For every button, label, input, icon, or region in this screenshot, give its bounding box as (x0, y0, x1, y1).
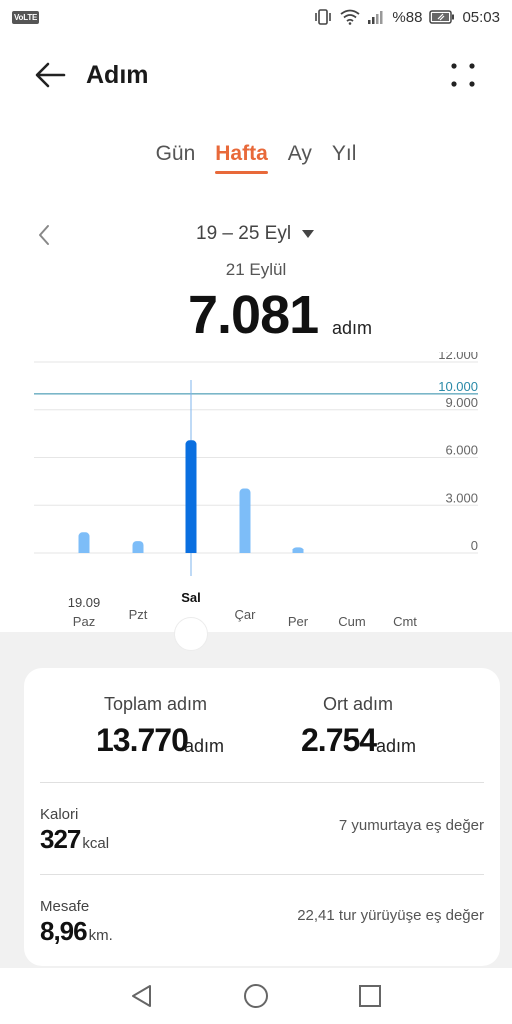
distance-value: 8,96 km. (40, 916, 113, 947)
arrow-left-icon (35, 62, 66, 88)
tab-year[interactable]: Yıl (322, 138, 367, 174)
avg-steps-unit: adım (376, 736, 417, 756)
date-range-row: 19 – 25 Eyl (0, 220, 512, 250)
y-tick-label: 12.000 (438, 352, 478, 362)
signal-icon (368, 11, 383, 24)
distance-label: Mesafe (40, 898, 90, 915)
wifi-icon (340, 9, 360, 25)
bar-çar[interactable] (239, 488, 251, 553)
calorie-label: Kalori (40, 806, 79, 823)
y-tick-label: 6.000 (445, 443, 478, 458)
app-bar: Adım (0, 50, 512, 100)
avg-steps-value: 2.754 (301, 722, 377, 758)
selected-steps-unit: adım (332, 318, 373, 338)
y-tick-label: 0 (471, 538, 478, 553)
distance-unit: km. (88, 927, 113, 944)
home-circle-icon (244, 984, 268, 1008)
x-tick-label: Cum (338, 614, 365, 629)
bar-base (78, 549, 90, 553)
vibrate-icon (315, 9, 332, 25)
recents-square-icon (359, 985, 381, 1007)
selected-date: 21 Eylül (225, 260, 287, 279)
tab-day[interactable]: Gün (146, 138, 206, 174)
calorie-value: 327 kcal (40, 824, 109, 855)
chevron-left-icon (39, 225, 49, 245)
divider (40, 782, 484, 783)
total-steps-label: Toplam adım (104, 694, 208, 714)
tab-month[interactable]: Ay (278, 138, 322, 174)
x-date-label: 19.09 (68, 595, 101, 610)
bar-base (292, 549, 304, 553)
x-tick-label: Sal (181, 590, 201, 605)
calorie-unit: kcal (82, 835, 110, 852)
calorie-number: 327 (40, 824, 81, 854)
status-bar: VoLTE %88 05:03 (0, 0, 512, 34)
weekly-steps-chart[interactable]: 12.000 9.000 6.000 3.000 0 10.000 19.09 Paz Pzt S… (0, 352, 512, 642)
status-right: %88 05:03 (313, 8, 500, 26)
battery-percent: %88 (392, 8, 423, 26)
clock: 05:03 (462, 8, 500, 26)
bar-base (239, 549, 251, 553)
selected-steps-value: 7.081 (188, 285, 319, 345)
y-tick-label: 3.000 (445, 490, 478, 505)
system-nav-bar (0, 968, 512, 1024)
battery-icon (429, 10, 455, 24)
drag-handle[interactable] (174, 617, 208, 651)
page-title: Adım (86, 61, 149, 89)
x-tick-label: Çar (235, 607, 257, 622)
nav-recents-button[interactable] (356, 982, 384, 1010)
more-button[interactable] (448, 60, 478, 90)
x-tick-label: Per (288, 614, 309, 629)
x-tick-label: Cmt (393, 614, 417, 629)
y-tick-label: 9.000 (445, 395, 478, 410)
more-dots-icon (451, 63, 475, 87)
divider (40, 874, 484, 875)
avg-steps-label: Ort adım (323, 694, 394, 714)
goal-label: 10.000 (438, 379, 478, 394)
total-steps-unit: adım (184, 736, 225, 756)
distance-number: 8,96 (40, 916, 88, 946)
calorie-equivalent: 7 yumurtaya eş değer (338, 817, 484, 834)
x-tick-label: Paz (73, 614, 95, 629)
summary-card: Toplam adım 13.770 adım Ort adım 2.754 a… (24, 668, 500, 966)
volte-badge: VoLTE (12, 10, 40, 24)
x-tick-label: Pzt (129, 607, 148, 622)
nav-back-button[interactable] (128, 982, 156, 1010)
total-steps-value: 13.770 (96, 722, 189, 758)
dropdown-caret-icon[interactable] (302, 230, 314, 238)
nav-home-button[interactable] (242, 982, 270, 1010)
back-button[interactable] (30, 58, 70, 92)
period-tabs: Gün Hafta Ay Yıl (0, 138, 512, 174)
previous-period-button[interactable] (34, 222, 54, 248)
bar-base (185, 549, 197, 553)
tab-week[interactable]: Hafta (205, 138, 278, 174)
distance-equivalent: 22,41 tur yürüyüşe eş değer (297, 907, 484, 924)
back-triangle-icon (132, 985, 151, 1007)
bar-sal[interactable] (185, 440, 197, 553)
bar-base (132, 549, 144, 553)
date-range-label[interactable]: 19 – 25 Eyl (196, 223, 291, 245)
